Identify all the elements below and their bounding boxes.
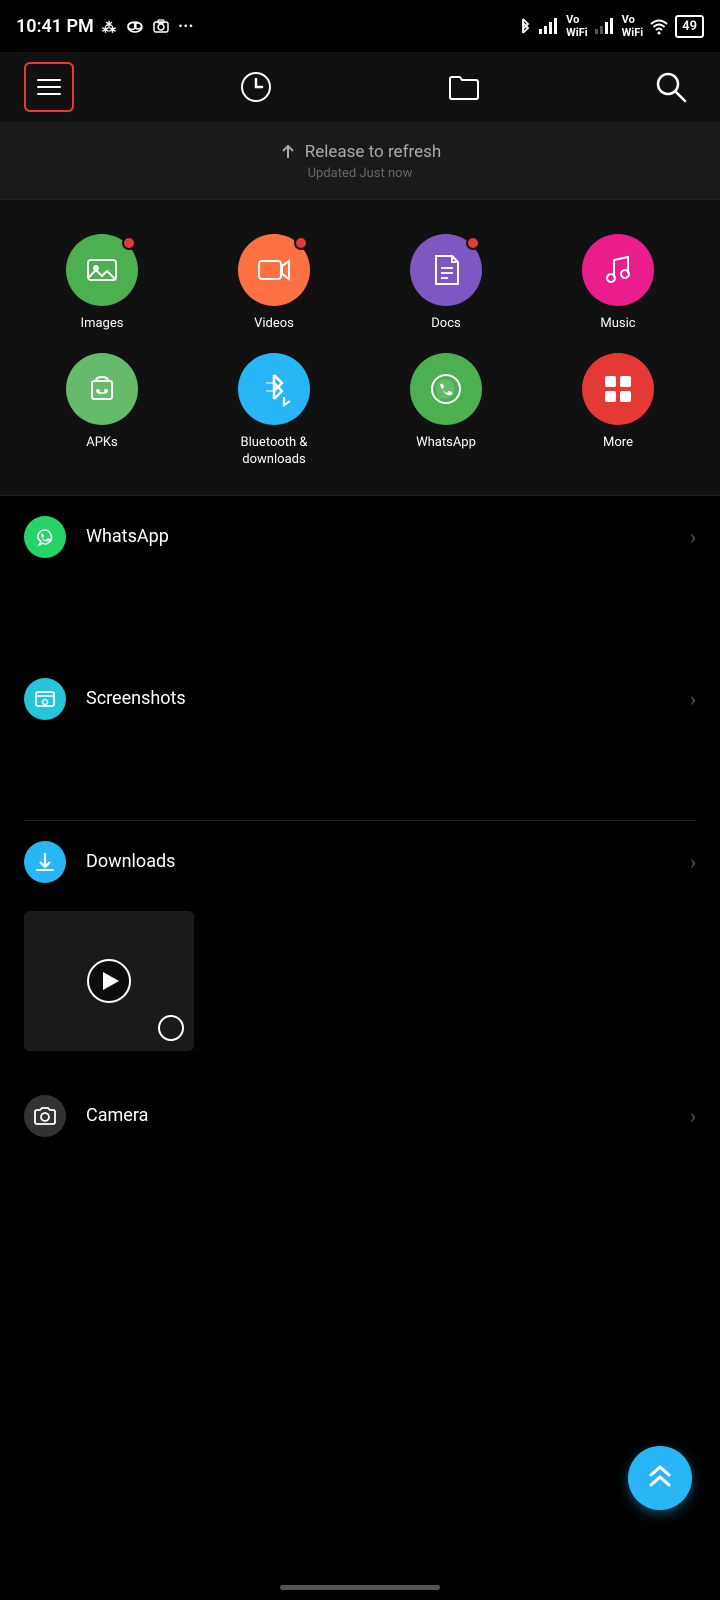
- signal2-icon: [594, 17, 616, 35]
- bluetooth-label: Bluetooth & downloads: [241, 435, 308, 469]
- bluetooth-icon-wrap: [238, 353, 310, 425]
- status-bar: 10:41 PM ⁂ ··· VoWiFi: [0, 0, 720, 52]
- category-videos[interactable]: Videos: [188, 224, 360, 343]
- downloads-chevron-icon: ›: [690, 850, 696, 874]
- battery-indicator: 49: [675, 15, 704, 38]
- more-icon: [600, 371, 636, 407]
- videos-icon-wrap: [238, 234, 310, 306]
- camera-chevron-icon: ›: [690, 1104, 696, 1128]
- camera-section-svg: [33, 1104, 57, 1128]
- category-more[interactable]: More: [532, 343, 704, 479]
- docs-icon-wrap: [410, 234, 482, 306]
- whatsapp-icon: [427, 370, 465, 408]
- whatsapp-label: WhatsApp: [416, 435, 476, 452]
- status-right-icons: VoWiFi VoWiFi 49: [514, 13, 704, 39]
- play-button[interactable]: [87, 959, 131, 1003]
- music-icon: [600, 252, 636, 288]
- files-button[interactable]: [439, 62, 489, 112]
- apks-icon-wrap: [66, 353, 138, 425]
- apks-label: APKs: [86, 435, 118, 452]
- downloads-section-icon: [24, 841, 66, 883]
- battery-level: 49: [682, 19, 697, 34]
- wifi-icon: [649, 17, 669, 35]
- camera-section-icon: [24, 1095, 66, 1137]
- play-triangle-icon: [103, 972, 119, 990]
- section-camera[interactable]: Camera ›: [0, 1075, 720, 1157]
- fab-button[interactable]: [628, 1446, 692, 1510]
- docs-badge: [466, 236, 480, 250]
- vo-wifi-label: VoWiFi: [566, 13, 587, 39]
- hashtag-icon: ⁂: [102, 18, 118, 34]
- category-grid: Images Videos Docs: [0, 200, 720, 496]
- docs-icon: [428, 252, 464, 288]
- arrow-up-icon: [279, 143, 297, 161]
- downloads-section-svg: [33, 850, 57, 874]
- screenshots-section-icon: [24, 678, 66, 720]
- videos-icon: [256, 252, 292, 288]
- status-time: 10:41 PM ⁂ ···: [16, 16, 194, 37]
- video-thumbnail[interactable]: [24, 911, 194, 1051]
- section-whatsapp[interactable]: WhatsApp ›: [0, 496, 720, 578]
- category-whatsapp[interactable]: WhatsApp: [360, 343, 532, 479]
- screenshots-chevron-icon: ›: [690, 687, 696, 711]
- category-bluetooth[interactable]: Bluetooth & downloads: [188, 343, 360, 479]
- refresh-text: Release to refresh: [0, 142, 720, 162]
- cloud-icon: [126, 17, 144, 35]
- thumbnail-wrap: [0, 903, 720, 1075]
- updated-text: Updated Just now: [0, 166, 720, 181]
- bluetooth-downloads-icon: [256, 371, 292, 407]
- spacer-1: [0, 578, 720, 658]
- images-badge: [122, 236, 136, 250]
- docs-label: Docs: [431, 316, 460, 333]
- folder-icon: [446, 69, 482, 105]
- toolbar: [0, 52, 720, 122]
- signal-icon: [538, 17, 560, 35]
- category-docs[interactable]: Docs: [360, 224, 532, 343]
- screenshots-section-svg: [33, 687, 57, 711]
- more-label: More: [603, 435, 633, 452]
- music-icon-wrap: [582, 234, 654, 306]
- fab-icon: [645, 1463, 675, 1493]
- screenshots-section-label: Screenshots: [86, 688, 670, 709]
- whatsapp-section-label: WhatsApp: [86, 526, 670, 547]
- search-icon: [653, 69, 689, 105]
- svg-text:⁂: ⁂: [102, 20, 116, 34]
- category-images[interactable]: Images: [16, 224, 188, 343]
- section-list: WhatsApp › Screenshots › Downloads ›: [0, 496, 720, 1157]
- spacer-2: [0, 740, 720, 820]
- whatsapp-chevron-icon: ›: [690, 525, 696, 549]
- images-label: Images: [81, 316, 124, 333]
- camera-icon: [152, 17, 170, 35]
- search-button[interactable]: [646, 62, 696, 112]
- whatsapp-section-svg: [33, 525, 57, 549]
- hamburger-icon: [37, 79, 61, 95]
- downloads-section-label: Downloads: [86, 851, 670, 872]
- history-icon: [238, 69, 274, 105]
- videos-label: Videos: [254, 316, 294, 333]
- bluetooth-status-icon: [514, 17, 532, 35]
- more-icon-wrap: [582, 353, 654, 425]
- thumb-circle-icon: [158, 1015, 184, 1041]
- videos-badge: [294, 236, 308, 250]
- whatsapp-section-icon: [24, 516, 66, 558]
- section-downloads[interactable]: Downloads ›: [0, 821, 720, 903]
- dots-icon: ···: [178, 16, 194, 37]
- menu-button[interactable]: [24, 62, 74, 112]
- release-text: Release to refresh: [305, 142, 441, 162]
- category-music[interactable]: Music: [532, 224, 704, 343]
- images-icon-wrap: [66, 234, 138, 306]
- time-text: 10:41 PM: [16, 16, 94, 37]
- history-button[interactable]: [231, 62, 281, 112]
- refresh-banner: Release to refresh Updated Just now: [0, 122, 720, 200]
- music-label: Music: [600, 316, 635, 333]
- section-screenshots[interactable]: Screenshots ›: [0, 658, 720, 740]
- home-indicator: [280, 1585, 440, 1590]
- vo-wifi2-label: VoWiFi: [622, 13, 643, 39]
- category-apks[interactable]: APKs: [16, 343, 188, 479]
- whatsapp-icon-wrap: [410, 353, 482, 425]
- apks-icon: [84, 371, 120, 407]
- camera-section-label: Camera: [86, 1105, 670, 1126]
- images-icon: [84, 252, 120, 288]
